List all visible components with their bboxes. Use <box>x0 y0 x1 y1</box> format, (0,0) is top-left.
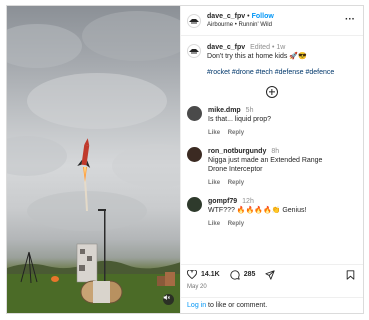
comment-reply-button[interactable]: Reply <box>228 130 244 136</box>
comment-time: 8h <box>271 148 280 155</box>
mute-button[interactable] <box>163 294 175 305</box>
more-horizontal-icon: ··· <box>345 14 355 25</box>
comments-count: 285 <box>243 271 256 278</box>
paper-plane-icon <box>265 269 276 280</box>
bookmark-icon <box>346 270 355 280</box>
comment-item: mike.dmp 5h Is that... liquid prop? Like… <box>187 106 357 138</box>
login-link[interactable]: Log in <box>187 302 206 309</box>
post-action-bar: 14.1K 285 <box>181 264 363 284</box>
separator-dot: • <box>271 44 275 51</box>
comment-avatar[interactable] <box>187 106 203 121</box>
post-side-panel: dave_c_fpv • Follow Airbourne • Runnin' … <box>180 6 363 313</box>
caption-text: Don't try this at home kids 🚀😎 <box>207 53 307 60</box>
follow-button[interactable]: Follow <box>252 12 274 21</box>
comment-item: ron_notburgundy 8h Nigga just made an Ex… <box>187 147 357 188</box>
post-header: dave_c_fpv • Follow Airbourne • Runnin' … <box>181 6 363 36</box>
plus-circle-icon <box>266 86 279 98</box>
comment-time: 5h <box>245 107 254 114</box>
post-date: May 20 <box>187 284 207 290</box>
post-username[interactable]: dave_c_fpv <box>207 12 245 21</box>
comment-reply-button[interactable]: Reply <box>228 180 244 186</box>
save-button[interactable] <box>346 270 355 282</box>
login-prompt: Log in to like or comment. <box>181 297 363 313</box>
comment-username[interactable]: ron_notburgundy <box>208 148 266 155</box>
drone-logo-icon <box>189 18 200 23</box>
comment-like-button[interactable]: Like <box>208 221 220 227</box>
heart-icon <box>187 270 197 279</box>
load-more-comments-button[interactable] <box>181 86 363 98</box>
avatar[interactable] <box>187 13 202 28</box>
comment-like-button[interactable]: Like <box>208 130 220 136</box>
like-button[interactable]: 14.1K <box>187 270 220 279</box>
post-container: dave_c_fpv • Follow Airbourne • Runnin' … <box>6 5 364 314</box>
comment-avatar[interactable] <box>187 147 203 162</box>
comment-like-button[interactable]: Like <box>208 180 220 186</box>
comment-button[interactable]: 285 <box>230 269 256 280</box>
speaker-muted-icon <box>163 295 170 300</box>
comment-username[interactable]: mike.dmp <box>208 107 241 114</box>
caption-avatar[interactable] <box>187 44 202 58</box>
comment-text: WTF??? 🔥🔥🔥🔥👏 Genius! <box>208 207 307 214</box>
caption-username[interactable]: dave_c_fpv <box>207 44 245 51</box>
comment-text: Nigga just made an Extended Range Drone … <box>208 157 323 173</box>
edited-label: Edited <box>250 44 270 51</box>
comments-list: mike.dmp 5h Is that... liquid prop? Like… <box>181 106 363 238</box>
comment-time: 12h <box>242 198 254 205</box>
comment-username[interactable]: gompf79 <box>208 198 237 205</box>
post-video[interactable] <box>7 6 181 313</box>
post-caption: dave_c_fpv Edited • 1w Don't try this at… <box>181 36 363 77</box>
separator-dot: • <box>247 12 250 20</box>
comment-text: Is that... liquid prop? <box>208 116 272 123</box>
share-button[interactable] <box>265 269 279 280</box>
comment-reply-button[interactable]: Reply <box>228 221 244 227</box>
login-prompt-text: to like or comment. <box>206 302 268 309</box>
drone-logo-icon <box>189 49 200 54</box>
video-scene <box>7 11 181 313</box>
likes-count: 14.1K <box>201 271 220 278</box>
comment-avatar[interactable] <box>187 197 203 212</box>
more-options-button[interactable]: ··· <box>345 14 355 25</box>
comment-item: gompf79 12h WTF??? 🔥🔥🔥🔥👏 Genius! Like Re… <box>187 197 357 229</box>
post-location[interactable]: Airbourne • Runnin' Wild <box>207 21 274 30</box>
caption-time: 1w <box>276 44 286 51</box>
comment-bubble-icon <box>230 269 240 280</box>
caption-hashtags[interactable]: #rocket #drone #tech #defense #defence <box>207 68 334 77</box>
